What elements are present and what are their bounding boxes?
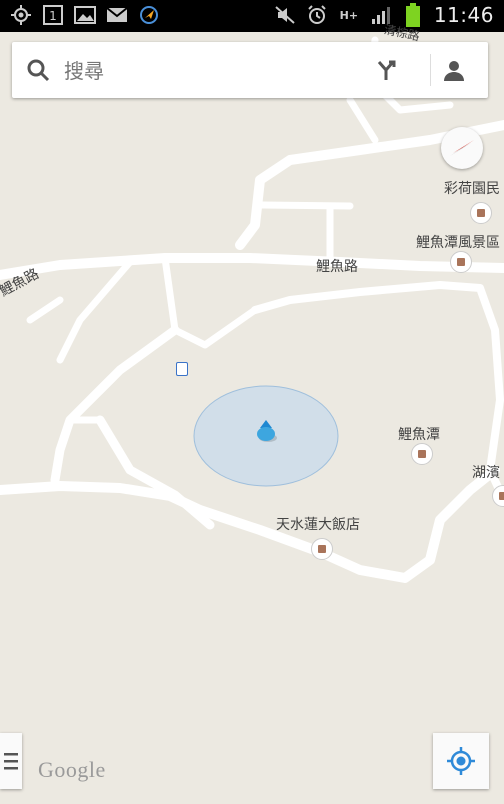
- my-location-marker: [254, 420, 278, 444]
- menu-icon: [4, 753, 18, 770]
- alarm-icon: [306, 4, 328, 26]
- status-bar: 1 H+ 11:46: [0, 0, 504, 32]
- menu-button[interactable]: [0, 733, 22, 789]
- status-right: H+ 11:46: [274, 3, 494, 27]
- network-type-icon: H+: [339, 8, 359, 22]
- mute-icon: [274, 4, 296, 26]
- road-label-main: 鯉魚路: [316, 259, 358, 275]
- poi-label-hotel: 天水蓮大飯店: [276, 517, 360, 533]
- directions-icon[interactable]: [372, 56, 400, 84]
- search-bar: [12, 42, 488, 98]
- map-roads: [0, 36, 504, 583]
- sim-label: 1: [49, 9, 57, 23]
- screen: 1 H+ 11:46 清棕路 鯉魚路 鯉魚路 彩荷園民 鯉魚潭風景區 鯉魚潭 天…: [0, 0, 504, 804]
- poi-label-lake: 鯉魚潭: [398, 427, 440, 443]
- my-location-icon: [447, 747, 475, 775]
- my-location-button[interactable]: [433, 733, 489, 789]
- compass-button[interactable]: [441, 127, 483, 169]
- status-left: 1: [10, 4, 160, 26]
- search-divider: [430, 54, 431, 86]
- gmail-icon: [106, 4, 128, 26]
- google-attribution: Google: [38, 757, 106, 782]
- location-app-icon: [138, 4, 160, 26]
- compass-icon: [450, 140, 474, 156]
- park-pin-icon[interactable]: [450, 251, 472, 273]
- clock: 11:46: [433, 3, 494, 27]
- gallery-icon: [74, 4, 96, 26]
- gps-icon: [10, 4, 32, 26]
- lodging-pin-icon[interactable]: [470, 202, 492, 224]
- search-icon[interactable]: [24, 56, 52, 84]
- lake-pin-icon[interactable]: [411, 443, 433, 465]
- account-icon[interactable]: [440, 56, 468, 84]
- battery-icon: [402, 3, 424, 27]
- bus-stop-icon[interactable]: [176, 362, 188, 376]
- sim-card-icon: 1: [42, 4, 64, 26]
- search-input[interactable]: [62, 52, 366, 90]
- poi-label-park: 鯉魚潭風景區: [416, 235, 500, 251]
- hotel-pin-icon[interactable]: [311, 538, 333, 560]
- map-view[interactable]: 清棕路 鯉魚路 鯉魚路 彩荷園民 鯉魚潭風景區 鯉魚潭 天水蓮大飯店 湖濱: [0, 22, 504, 804]
- poi-label-lotus: 彩荷園民: [444, 181, 500, 197]
- poi-label-right: 湖濱: [472, 465, 500, 481]
